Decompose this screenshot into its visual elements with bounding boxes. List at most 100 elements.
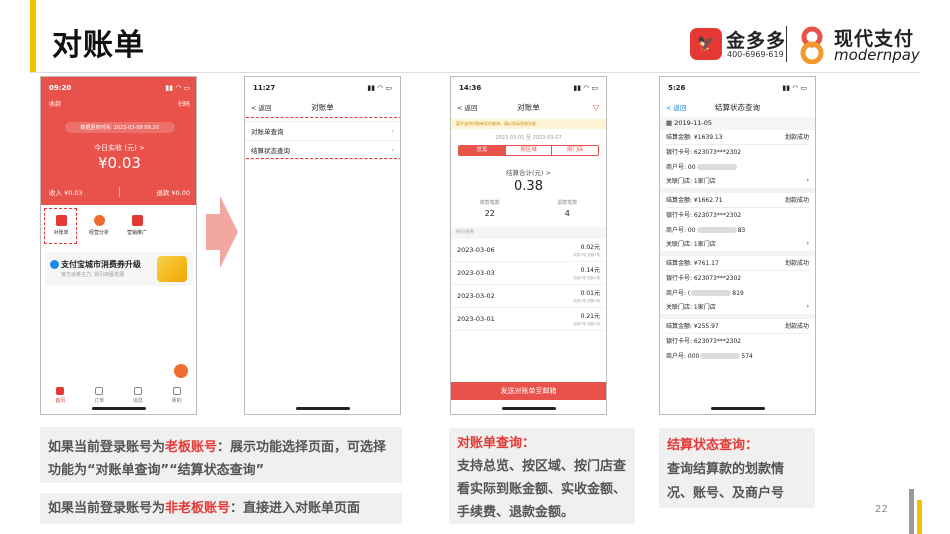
user-icon [172, 387, 181, 395]
status-bar: 5:26 ▮▮ ◠ ▭ [660, 77, 815, 99]
row-divider [119, 187, 120, 197]
modernpay-logo-en: modernpay [834, 46, 920, 64]
today-income-label[interactable]: 今日实收 (元) > [41, 143, 196, 153]
tab-profile[interactable]: 我的 [162, 387, 192, 404]
page-title: 对账单 [52, 28, 145, 63]
send-email-button[interactable]: 发送对账单至邮箱 [451, 382, 606, 400]
refund-count-label: 退款笔数 [557, 200, 578, 206]
status-time: 14:36 [459, 84, 482, 92]
segment-control: 总览 按区域 按门店 [458, 145, 599, 156]
notice-bar: 暂不支持对账单实时查询，请以实际到账为准 [451, 119, 606, 129]
status-icons: ▮▮ ◠ ▭ [367, 84, 392, 92]
home-indicator [295, 407, 350, 410]
date-range[interactable]: 2023-03-01 至 2023-03-07 [451, 134, 606, 141]
analysis-entry[interactable]: 经营分析 [83, 215, 115, 236]
corner-bar-yellow [917, 500, 922, 534]
status-time: 11:27 [253, 84, 276, 92]
segment-by-region[interactable]: 按区域 [504, 146, 552, 155]
segment-overview[interactable]: 总览 [459, 146, 505, 155]
home-icon [56, 387, 65, 395]
home-indicator [710, 407, 765, 410]
income-value: 收入 ¥0.03 [49, 189, 83, 197]
list-item[interactable]: 2023-03-02 0.01元 收款1笔 退款0笔 [451, 285, 606, 308]
banner-title: 支付宝城市消费券升级 [61, 260, 141, 269]
segment-by-store[interactable]: 按门店 [551, 146, 598, 155]
settlement-sum-label[interactable]: 结算合计(元) > [451, 167, 606, 177]
today-income-amount: ¥0.03 [98, 154, 141, 172]
masked-value [700, 353, 741, 360]
data-update-time: 数据更新时间: 2023-03-08 09:20 [64, 122, 175, 133]
chevron-right-icon: › [806, 303, 809, 311]
phone-settlement-status: 5:26 ▮▮ ◠ ▭ < 返回 结算状态查询 ▦ 2019-11-05 结算金… [659, 76, 816, 415]
list-item[interactable]: 2023-03-03 0.14元 收款5笔 退款1笔 [451, 262, 606, 285]
note-settlement-status: 结算状态查询： 查询结算款的划款情况、账号、及商户号 [659, 428, 815, 508]
corner-bar-gray [909, 489, 914, 534]
settlement-record[interactable]: 结算金额: ¥1639.13 划款成功 银行卡号: 623073***2302 商… [660, 130, 815, 193]
promo-banner[interactable]: 支付宝城市消费券升级 官方派券主力, 领引商圈发展 [45, 252, 193, 286]
count-value: 22 [484, 209, 495, 218]
tab-home[interactable]: 首页 [45, 387, 75, 404]
refund-count-value: 4 [564, 209, 570, 218]
marketing-entry[interactable]: 营销推广 [121, 215, 153, 236]
masked-value [691, 290, 732, 297]
banner-subtitle: 官方派券主力, 领引商圈发展 [61, 272, 125, 278]
tab-bar: 首页 订单 消息 我的 [41, 387, 196, 404]
pie-chart-icon [93, 215, 105, 226]
highlight-dashed-box [245, 117, 400, 159]
status-time: 5:26 [668, 84, 686, 92]
customer-service-icon[interactable] [174, 364, 188, 378]
slide: 对账单 🦅 金多多 400-6969-619 现代支付 modernpay 09… [0, 0, 950, 534]
status-icons: ▮▮ ◠ ▭ [782, 84, 807, 92]
refund-value: 退款 ¥0.00 [156, 189, 190, 197]
settlement-record[interactable]: 结算金额: ¥255.97 划款成功 银行卡号: 623073***2302 商户… [660, 319, 815, 363]
mail-icon [131, 215, 143, 226]
logo-separator [786, 26, 787, 62]
highlight-dashed-box [44, 208, 77, 244]
settlement-record[interactable]: 结算金额: ¥1662.71 划款成功 银行卡号: 623073***2302 商… [660, 193, 815, 256]
list-item[interactable]: 2023-03-01 0.21元 收款9笔 退款2笔 [451, 308, 606, 331]
phone-statement-query: 14:36 ▮▮ ◠ ▭ < 返回 对账单 ▽ 暂不支持对账单实时查询，请以实际… [450, 76, 607, 415]
chevron-right-icon: › [806, 240, 809, 248]
modernpay-logo-icon [800, 26, 824, 64]
home-header: 09:20 ▮▮ ◠ ▭ 收款 扫码 数据更新时间: 2023-03-08 09… [41, 77, 196, 205]
phone-statement-menu: 11:27 ▮▮ ◠ ▭ < 返回 对账单 对账单查询 › 结算状态查询 › [244, 76, 401, 415]
tab-messages[interactable]: 消息 [123, 387, 153, 404]
chevron-right-icon: › [806, 177, 809, 185]
masked-value [696, 227, 737, 234]
home-indicator [501, 407, 556, 410]
phone-home-screen: 09:20 ▮▮ ◠ ▭ 收款 扫码 数据更新时间: 2023-03-08 09… [40, 76, 197, 415]
date-header: ▦ 2019-11-05 [660, 117, 815, 130]
status-icons: ▮▮ ◠ ▭ [573, 84, 598, 92]
note-statement-query: 对账单查询： 支持总览、按区域、按门店查看实际到账金额、实收金额、手续费、退款金额… [449, 428, 635, 524]
collect-button[interactable]: 收款 [49, 99, 61, 108]
nav-title: 对账单 [517, 102, 540, 112]
jdd-logo-phone: 400-6969-619 [727, 50, 784, 59]
home-indicator [91, 407, 146, 410]
status-time: 09:20 [49, 84, 72, 92]
jdd-logo-name: 金多多 [726, 30, 787, 52]
nav-title: 结算状态查询 [715, 102, 760, 112]
tab-orders[interactable]: 订单 [84, 387, 114, 404]
list-item[interactable]: 2023-03-06 0.02元 收款2笔 退款1笔 [451, 239, 606, 262]
scan-button[interactable]: 扫码 [178, 99, 190, 108]
message-icon [133, 387, 142, 395]
title-accent-bar [30, 0, 36, 72]
section-header: 按日查看 [451, 227, 606, 239]
order-icon [95, 387, 104, 395]
alipay-icon [50, 260, 59, 269]
masked-value [696, 164, 737, 171]
status-bar: 14:36 ▮▮ ◠ ▭ [451, 77, 606, 99]
title-divider [30, 72, 920, 73]
note-boss-account: 如果当前登录账号为老板账号：展示功能选择页面，可选择功能为“对账单查询”“结算状… [40, 427, 402, 483]
calendar-icon: ▦ [666, 119, 675, 127]
settlement-record[interactable]: 结算金额: ¥761.17 划款成功 银行卡号: 623073***2302 商户… [660, 256, 815, 319]
coupon-image-icon [157, 256, 187, 282]
count-label: 收款笔数 [479, 200, 500, 206]
status-icons: ▮▮ ◠ ▭ [165, 84, 190, 92]
filter-icon[interactable]: ▽ [593, 103, 599, 112]
settlement-sum: 0.38 [514, 179, 543, 194]
note-non-boss-account: 如果当前登录账号为非老板账号：直接进入对账单页面 [40, 493, 402, 524]
arrow-right-icon [206, 196, 238, 268]
nav-title: 对账单 [311, 102, 334, 112]
jdd-logo-icon: 🦅 [690, 28, 722, 60]
